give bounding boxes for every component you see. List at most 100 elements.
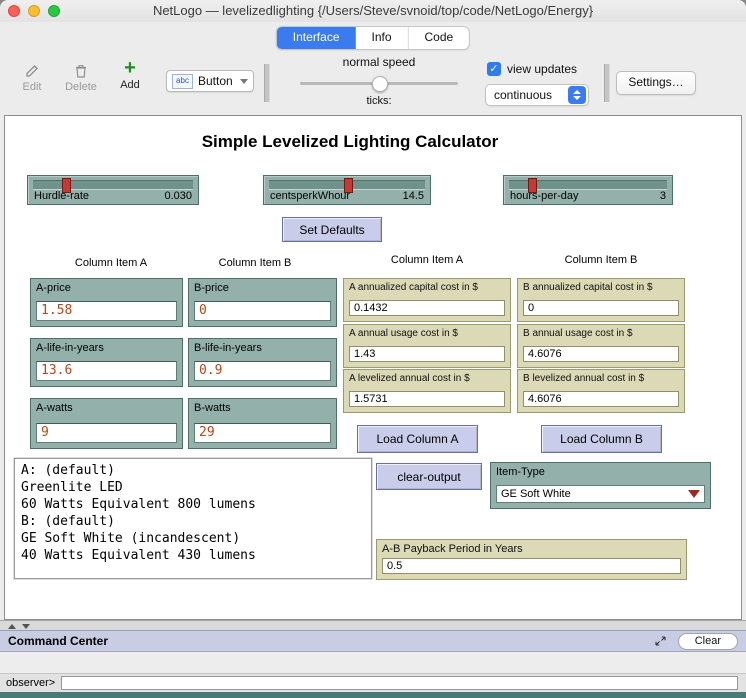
input-label: A-life-in-years	[31, 339, 182, 354]
settings-button[interactable]: Settings…	[616, 71, 696, 95]
delete-button[interactable]: Delete	[58, 62, 104, 93]
set-defaults-button[interactable]: Set Defaults	[282, 217, 382, 242]
clear-button[interactable]: Clear	[678, 633, 738, 650]
input-field[interactable]: 0	[194, 301, 331, 321]
column-header-a-left: Column Item A	[31, 257, 191, 269]
window-title: NetLogo — levelizedlighting {/Users/Stev…	[70, 3, 676, 18]
monitor-value: 4.6076	[523, 391, 679, 407]
slider-label: centsperkWhour	[270, 190, 350, 202]
plus-icon: +	[112, 60, 148, 78]
command-center-header: Command Center Clear	[0, 630, 746, 652]
command-center-output	[0, 652, 746, 674]
zoom-button[interactable]	[48, 5, 60, 17]
add-button[interactable]: + Add	[112, 60, 148, 91]
command-center-splitter[interactable]	[0, 620, 746, 630]
monitor-label: A-B Payback Period in Years	[377, 540, 686, 555]
input-label: B-life-in-years	[189, 339, 336, 354]
widget-type-value: Button	[198, 74, 233, 88]
close-button[interactable]	[8, 5, 20, 17]
input-a-life-in-years: A-life-in-years 13.6	[30, 338, 183, 387]
input-a-price: A-price 1.58	[30, 278, 183, 327]
monitor-value: 1.5731	[349, 391, 505, 407]
monitor-value: 0	[523, 300, 679, 316]
tab-info[interactable]: Info	[356, 27, 409, 49]
load-column-a-button[interactable]: Load Column A	[357, 425, 478, 453]
column-header-b-left: Column Item B	[185, 257, 325, 269]
slider-track[interactable]	[509, 180, 667, 190]
input-b-life-in-years: B-life-in-years 0.9	[188, 338, 337, 387]
command-input[interactable]	[61, 676, 738, 690]
monitor-label: A annualized capital cost in $	[344, 279, 510, 293]
slider-track[interactable]	[33, 180, 193, 190]
slider-value: 3	[660, 190, 666, 202]
input-label: A-watts	[31, 399, 182, 414]
monitor-label: B annualized capital cost in $	[518, 279, 684, 293]
view-updates-checkbox[interactable]: ✓	[487, 62, 501, 76]
clear-output-button[interactable]: clear-output	[376, 463, 482, 490]
widget-type-dropdown[interactable]: abc Button	[166, 70, 254, 92]
slider-value: 14.5	[403, 190, 424, 202]
input-field[interactable]: 0.9	[194, 361, 331, 381]
tab-code[interactable]: Code	[409, 27, 470, 49]
input-field[interactable]: 29	[194, 423, 331, 443]
tab-segmented-control: Interface Info Code	[276, 26, 470, 50]
edit-label: Edit	[23, 81, 42, 93]
input-label: B-price	[189, 279, 336, 294]
collapse-up-icon[interactable]	[8, 624, 16, 629]
delete-label: Delete	[65, 81, 97, 93]
tab-interface[interactable]: Interface	[277, 27, 356, 49]
toolbar-separator	[604, 64, 610, 102]
slider-hurdle-rate[interactable]: Hurdle-rate 0.030	[27, 175, 199, 205]
trash-icon	[58, 62, 104, 80]
input-field[interactable]: 9	[36, 423, 177, 443]
monitor-b-annualized-capital-cost: B annualized capital cost in $ 0	[517, 278, 685, 322]
check-icon: ✓	[489, 63, 498, 75]
speed-slider-thumb[interactable]	[372, 76, 388, 92]
toolbar-separator	[264, 64, 270, 102]
slider-label: Hurdle-rate	[34, 190, 89, 202]
monitor-value: 1.43	[349, 346, 505, 362]
monitor-b-annual-usage-cost: B annual usage cost in $ 4.6076	[517, 324, 685, 368]
edit-button[interactable]: Edit	[14, 62, 50, 93]
monitor-label: B levelized annual cost in $	[518, 370, 684, 384]
slider-label: hours-per-day	[510, 190, 578, 202]
speed-slider-track[interactable]	[300, 82, 458, 85]
interface-canvas: Simple Levelized Lighting Calculator Hur…	[4, 115, 742, 620]
output-text: A: (default) Greenlite LED 60 Watts Equi…	[15, 459, 371, 567]
slider-value: 0.030	[164, 190, 192, 202]
slider-track[interactable]	[269, 180, 425, 190]
monitor-label: B annual usage cost in $	[518, 325, 684, 339]
slider-centsperkwhour[interactable]: centsperkWhour 14.5	[263, 175, 431, 205]
command-line-row: observer>	[0, 674, 746, 692]
monitor-b-levelized-annual-cost: B levelized annual cost in $ 4.6076	[517, 369, 685, 413]
monitor-a-levelized-annual-cost: A levelized annual cost in $ 1.5731	[343, 369, 511, 413]
pencil-icon	[14, 62, 50, 80]
collapse-down-icon[interactable]	[22, 624, 30, 629]
item-type-chooser[interactable]: Item-Type GE Soft White	[490, 462, 711, 509]
monitor-value: 4.6076	[523, 346, 679, 362]
monitor-label: A annual usage cost in $	[344, 325, 510, 339]
input-a-watts: A-watts 9	[30, 398, 183, 449]
input-field[interactable]: 1.58	[36, 301, 177, 321]
chevron-down-icon	[240, 79, 248, 84]
netlogo-window: NetLogo — levelizedlighting {/Users/Stev…	[0, 0, 746, 698]
load-column-b-button[interactable]: Load Column B	[541, 425, 662, 453]
titlebar: NetLogo — levelizedlighting {/Users/Stev…	[0, 0, 746, 22]
chooser-arrow-icon	[688, 490, 700, 498]
input-field[interactable]: 13.6	[36, 361, 177, 381]
monitor-label: A levelized annual cost in $	[344, 370, 510, 384]
ticks-label: ticks:	[300, 95, 458, 107]
chooser-selected-value[interactable]: GE Soft White	[496, 485, 705, 503]
update-mode-dropdown[interactable]: continuous	[485, 84, 589, 106]
input-b-price: B-price 0	[188, 278, 337, 327]
command-center-title: Command Center	[8, 634, 108, 648]
tab-bar: Interface Info Code	[0, 26, 746, 50]
observer-prompt: observer>	[6, 677, 55, 689]
minimize-button[interactable]	[28, 5, 40, 17]
slider-hours-per-day[interactable]: hours-per-day 3	[503, 175, 673, 205]
speed-label: normal speed	[300, 55, 458, 69]
stepper-arrows-icon	[568, 86, 586, 104]
update-mode-value: continuous	[494, 88, 552, 102]
detach-icon[interactable]	[654, 635, 668, 647]
input-b-watts: B-watts 29	[188, 398, 337, 449]
